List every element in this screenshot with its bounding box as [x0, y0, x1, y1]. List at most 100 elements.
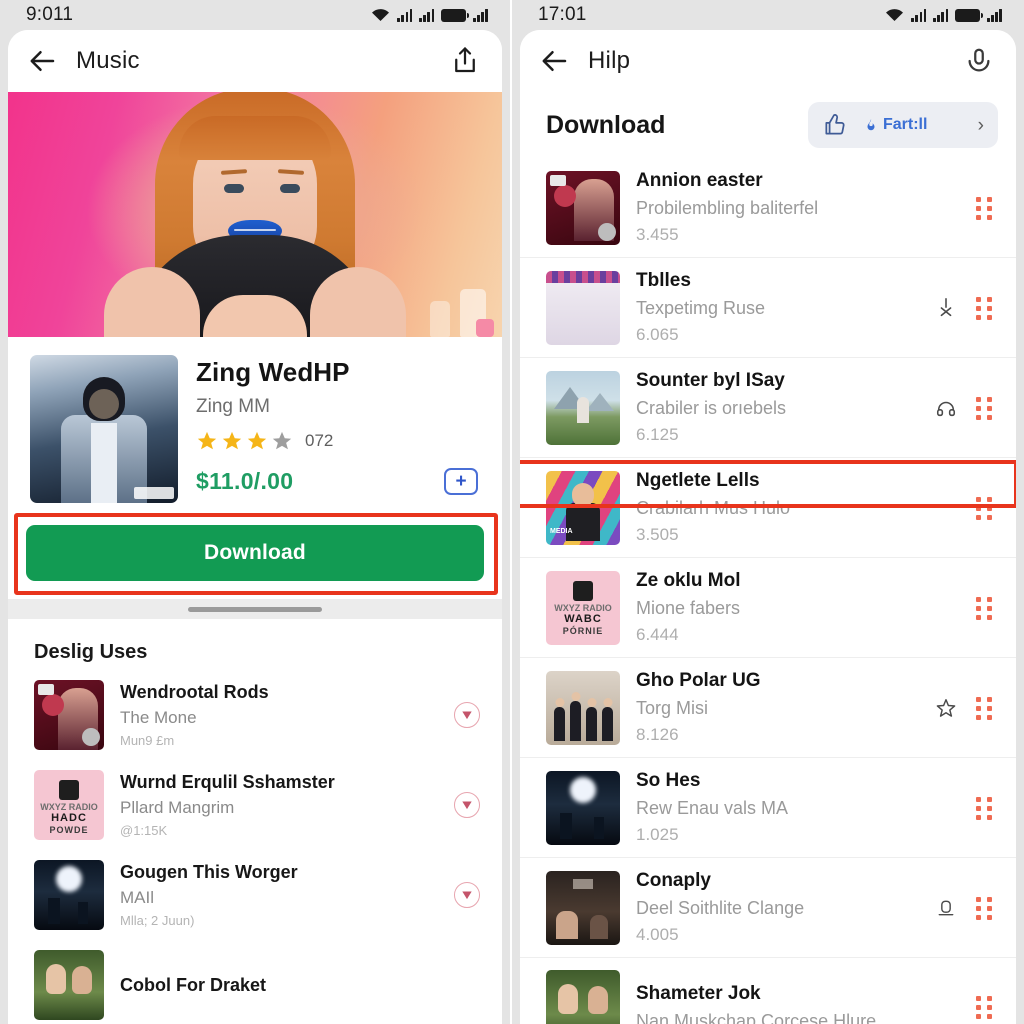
- drag-handle-icon[interactable]: [976, 396, 994, 420]
- hero-bangs: [179, 116, 331, 160]
- row-title: Tblles: [636, 270, 691, 291]
- row-number: 6.444: [636, 625, 679, 644]
- star-icon: [222, 431, 242, 450]
- cover-shirt: [91, 423, 117, 503]
- table-row[interactable]: Sounter byl ISay Crabiler is orıebels 6.…: [520, 358, 1016, 458]
- table-row[interactable]: WXYZ RADIO WABC PÓRNIE Ze oklu Mol Mione f…: [520, 558, 1016, 658]
- page-title: Music: [76, 47, 140, 74]
- list-item-text: Wurnd Erqulil Sshamster Pllard Mangrim @…: [120, 772, 438, 838]
- star-icon: [197, 431, 217, 450]
- row-text: Annion easter Probilembling baliterfel 3…: [636, 170, 916, 245]
- fart-pill-button[interactable]: Fart:ll ›: [808, 102, 998, 148]
- rating-row[interactable]: 072: [196, 430, 482, 452]
- signal-icon: [911, 8, 927, 22]
- table-row[interactable]: Shameter Jok Nan Muskchap Corcese Hlure: [520, 958, 1016, 1024]
- row-subtitle: Rew Enau vals MA: [636, 798, 789, 818]
- scissors-icon[interactable]: [932, 294, 960, 322]
- download-circle-icon[interactable]: [454, 792, 480, 818]
- drag-handle-icon[interactable]: [976, 496, 994, 520]
- product-title: Zing WedHP: [196, 357, 350, 387]
- signal-icon: [419, 8, 435, 22]
- list-item[interactable]: Cobol For Draket: [8, 940, 502, 1024]
- row-number: 4.005: [636, 925, 679, 944]
- row-subtitle: Texpetimg Ruse: [636, 298, 766, 318]
- row-title: Sounter byl ISay: [636, 370, 785, 391]
- wifi-icon: [372, 9, 390, 21]
- download-circle-icon[interactable]: [454, 702, 480, 728]
- download-arrow-icon: [462, 801, 472, 810]
- download-circle-icon[interactable]: [454, 882, 480, 908]
- table-row[interactable]: Gho Polar UG Torg Misi 8.126: [520, 658, 1016, 758]
- row-cover-art: [546, 770, 620, 845]
- table-row[interactable]: So Hes Rew Enau vals MA 1.025: [520, 758, 1016, 858]
- list-item[interactable]: Wendrootal Rods The Mone Mun9 £m: [8, 670, 502, 760]
- signal-icon: [397, 8, 413, 22]
- download-button[interactable]: Download: [26, 525, 484, 581]
- list-item-title: Wendrootal Rods: [120, 682, 269, 702]
- list-item-cover: WXYZ RADIO HADC POWDE: [34, 770, 104, 840]
- drag-handle-icon[interactable]: [976, 696, 994, 720]
- list-item[interactable]: Gougen This Worger MAIl Mlla; 2 Juun): [8, 850, 502, 940]
- left-status-bar: 9:011: [0, 0, 510, 30]
- row-text: Ze oklu Mol Mione fabers 6.444: [636, 570, 916, 645]
- table-row[interactable]: Annion easter Probilembling baliterfel 3…: [520, 158, 1016, 258]
- list-item-subtitle: MAIl: [120, 888, 154, 907]
- table-row[interactable]: Tblles Texpetimg Ruse 6.065: [520, 258, 1016, 358]
- list-item-text: Wendrootal Rods The Mone Mun9 £m: [120, 682, 438, 748]
- list-item-cover: [34, 680, 104, 750]
- star-icon[interactable]: [932, 694, 960, 722]
- share-icon[interactable]: [450, 46, 480, 76]
- row-text: So Hes Rew Enau vals MA 1.025: [636, 770, 916, 845]
- row-title: Annion easter: [636, 170, 763, 191]
- hero-prop: [430, 301, 450, 337]
- list-item[interactable]: WXYZ RADIO HADC POWDE Wurnd Erqulil Sshams…: [8, 760, 502, 850]
- product-subtitle: Zing MM: [196, 396, 270, 417]
- row-text: Conaply Deel Soithlite Clange 4.005: [636, 870, 916, 945]
- list-item-subtitle: Pllard Mangrim: [120, 798, 235, 817]
- signal-icon: [933, 8, 949, 22]
- list-item-meta: @1:15K: [120, 823, 168, 838]
- list-item-meta: Mun9 £m: [120, 733, 175, 748]
- headphones-icon[interactable]: [932, 394, 960, 422]
- drag-handle-icon[interactable]: [976, 996, 994, 1019]
- table-row[interactable]: Conaply Deel Soithlite Clange 4.005: [520, 858, 1016, 958]
- hero-eye: [224, 184, 244, 193]
- eraser-icon[interactable]: [932, 894, 960, 922]
- row-subtitle: Nan Muskchap Corcese Hlure: [636, 1010, 877, 1024]
- drag-handle-icon[interactable]: [976, 596, 994, 620]
- microphone-icon[interactable]: [964, 46, 994, 76]
- star-icon-empty: [272, 431, 292, 450]
- star-icon: [247, 431, 267, 450]
- chevron-right-icon: ›: [977, 114, 984, 136]
- table-row[interactable]: MEDIA Ngetlete Lells Crabilarh Mus Hulo …: [520, 458, 1016, 558]
- row-title: So Hes: [636, 770, 701, 791]
- drag-handle-icon[interactable]: [976, 196, 994, 220]
- star-outline-glyph: [936, 698, 956, 717]
- list-item-text: Cobol For Draket: [120, 975, 480, 996]
- flame-icon: [867, 119, 875, 131]
- row-text: Shameter Jok Nan Muskchap Corcese Hlure: [636, 983, 916, 1024]
- drag-handle-icon[interactable]: [976, 896, 994, 920]
- headphones-glyph: [936, 401, 956, 416]
- drag-handle-icon[interactable]: [976, 796, 994, 820]
- back-arrow-icon[interactable]: [540, 46, 570, 76]
- download-arrow-icon: [462, 891, 472, 900]
- right-phone-screen: 17:01 Hilp Download Fart:ll › Annion eas…: [512, 0, 1024, 1024]
- drag-handle-bar: [188, 606, 322, 612]
- battery-icon: [441, 8, 470, 22]
- cover-face: [89, 389, 119, 419]
- wifi-icon: [886, 9, 904, 21]
- row-subtitle: Torg Misi: [636, 698, 709, 718]
- eraser-glyph: [938, 900, 954, 915]
- section-title: Deslig Uses: [34, 641, 148, 663]
- row-text: Sounter byl ISay Crabiler is orıebels 6.…: [636, 370, 916, 445]
- drag-handle-strip[interactable]: [8, 599, 502, 619]
- page-title: Hilp: [588, 47, 631, 74]
- row-number: 8.126: [636, 725, 679, 744]
- back-arrow-icon[interactable]: [28, 46, 58, 76]
- drag-handle-icon[interactable]: [976, 296, 994, 320]
- download-cta-area: Download: [8, 509, 502, 599]
- download-title: Download: [546, 110, 666, 139]
- row-subtitle: Deel Soithlite Clange: [636, 898, 805, 918]
- add-button[interactable]: +: [444, 468, 478, 495]
